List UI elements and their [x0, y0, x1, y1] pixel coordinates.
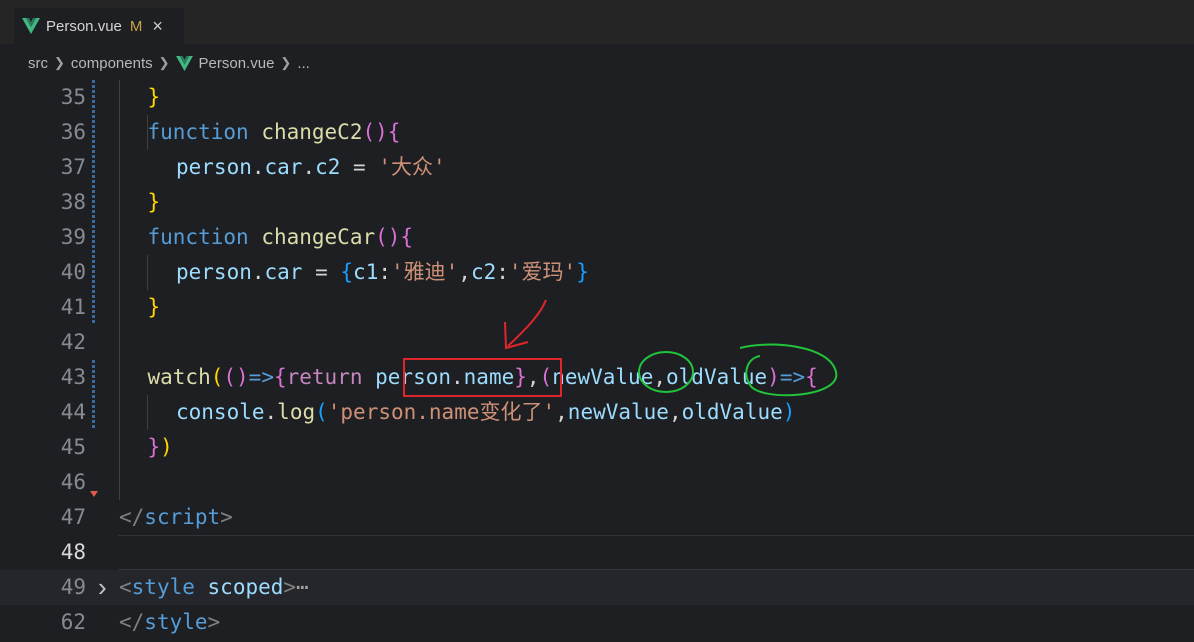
git-change-marker: [92, 80, 95, 325]
chevron-right-icon: ❯: [158, 55, 170, 70]
tab-person-vue[interactable]: Person.vue M ×: [14, 8, 184, 44]
indent-guide: [147, 115, 148, 150]
code-text: function changeC2(){: [147, 120, 401, 144]
line-number: 44: [60, 400, 86, 424]
line-number: 36: [60, 120, 86, 144]
line-number: 48: [60, 540, 86, 564]
code-line[interactable]: 44 console.log('person.name变化了',newValue,…: [0, 395, 1194, 430]
line-number: 62: [60, 610, 86, 634]
line-number: 38: [60, 190, 86, 214]
vue-icon: [22, 18, 40, 34]
code-line[interactable]: 35}: [0, 80, 1194, 115]
code-line[interactable]: 37 person.car.c2 = '大众': [0, 150, 1194, 185]
line-number: 42: [60, 330, 86, 354]
code-text: person.car.c2 = '大众': [176, 155, 446, 179]
code-line[interactable]: 40 person.car = {c1:'雅迪',c2:'爱玛'}: [0, 255, 1194, 290]
chevron-right-icon[interactable]: ›: [98, 570, 107, 605]
line-number: 41: [60, 295, 86, 319]
tab-title: Person.vue: [46, 17, 122, 35]
code-text: function changeCar(){: [147, 225, 414, 249]
code-line[interactable]: 48: [0, 535, 1194, 570]
code-line[interactable]: 36 function changeC2(){: [0, 115, 1194, 150]
modified-indicator: M: [129, 17, 143, 35]
indent-guide: [147, 395, 148, 430]
indent-guide: [147, 255, 148, 290]
code-line[interactable]: 42: [0, 325, 1194, 360]
code-text: }): [147, 435, 173, 459]
code-text: console.log('person.name变化了',newValue,ol…: [176, 400, 796, 424]
error-marker-icon: [90, 491, 98, 497]
line-number: 35: [60, 85, 86, 109]
code-line[interactable]: 39 function changeCar(){: [0, 220, 1194, 255]
code-text: }: [147, 295, 161, 319]
indent-guide: [119, 80, 120, 500]
code-line[interactable]: 47 </script>: [0, 500, 1194, 535]
code-text: }: [147, 190, 161, 214]
code-line[interactable]: 45}): [0, 430, 1194, 465]
breadcrumb-item-symbol[interactable]: ...: [297, 55, 310, 72]
code-line[interactable]: 41}: [0, 290, 1194, 325]
chevron-right-icon: ❯: [54, 55, 65, 70]
line-number: 45: [60, 435, 86, 459]
line-number: 49: [60, 575, 86, 599]
breadcrumb: src ❯ components ❯ Person.vue ❯ ...: [0, 48, 1194, 78]
code-line[interactable]: 46: [0, 465, 1194, 500]
breadcrumb-item-file[interactable]: Person.vue: [199, 55, 275, 72]
tab-bar: Person.vue M ×: [0, 0, 1194, 44]
code-text: }: [147, 85, 161, 109]
line-number: 46: [60, 470, 86, 494]
line-number: 39: [60, 225, 86, 249]
line-number: 47: [60, 505, 86, 529]
line-number: 37: [60, 155, 86, 179]
code-line[interactable]: 43 watch(()=>{return person.name},(newVal…: [0, 360, 1194, 395]
code-editor[interactable]: 35} 36 function changeC2(){ 37 person.car.c2…: [0, 80, 1194, 642]
line-number: 43: [60, 365, 86, 389]
code-line[interactable]: 62 </style>: [0, 605, 1194, 640]
code-text: person.car = {c1:'雅迪',c2:'爱玛'}: [176, 260, 589, 284]
breadcrumb-item-src[interactable]: src: [28, 55, 48, 72]
breadcrumb-item-components[interactable]: components: [71, 55, 153, 72]
code-text: <style scoped>⋯: [119, 575, 309, 599]
code-text: watch(()=>{return person.name},(newValue…: [147, 365, 818, 389]
close-icon[interactable]: ×: [152, 16, 163, 37]
code-text: </script>: [119, 505, 233, 529]
code-line[interactable]: 49 › <style scoped>⋯: [0, 570, 1194, 605]
line-number: 40: [60, 260, 86, 284]
vue-icon: [175, 55, 193, 71]
chevron-right-icon: ❯: [280, 55, 292, 70]
git-change-marker: [92, 360, 95, 430]
code-text: </style>: [119, 610, 221, 634]
code-line[interactable]: 38}: [0, 185, 1194, 220]
